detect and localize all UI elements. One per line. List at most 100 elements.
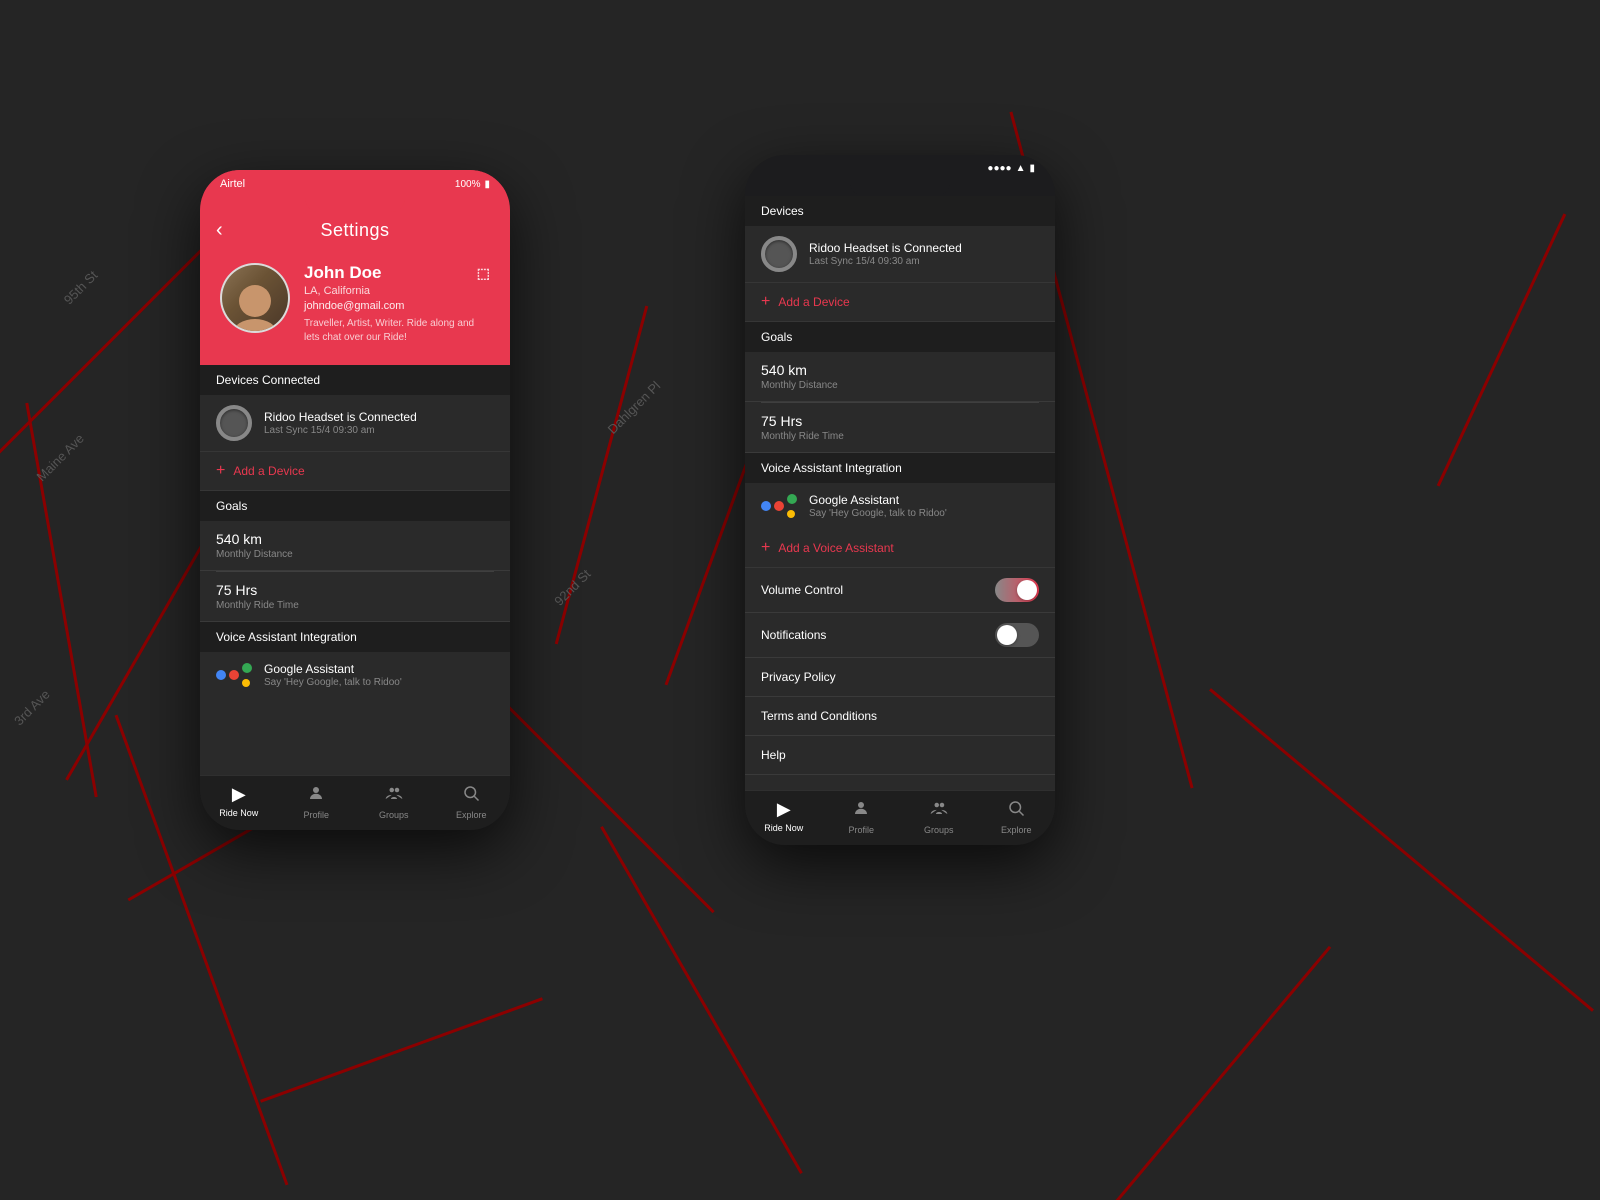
right-google-dot-red <box>774 501 784 511</box>
battery-icon-right: ▮ <box>1029 163 1035 174</box>
add-device-item[interactable]: + Add a Device <box>200 452 510 491</box>
map-line <box>1437 213 1567 486</box>
privacy-policy-label: Privacy Policy <box>761 670 836 684</box>
goal-distance-item[interactable]: 540 km Monthly Distance <box>200 521 510 571</box>
device-name: Ridoo Headset is Connected <box>264 410 417 424</box>
assistant-hint: Say 'Hey Google, talk to Ridoo' <box>264 677 402 688</box>
phone-header: Airtel 100% ▮ ‹ Settings <box>200 170 510 365</box>
nav-ride-now-label: Ride Now <box>219 808 258 818</box>
right-nav-ride-now[interactable]: ▶ Ride Now <box>745 799 823 835</box>
right-voice-item[interactable]: Google Assistant Say 'Hey Google, talk t… <box>745 483 1055 529</box>
profile-info: John Doe ⬚ LA, California johndoe@gmail.… <box>304 263 490 345</box>
profile-section: John Doe ⬚ LA, California johndoe@gmail.… <box>200 253 510 365</box>
right-goals-label: Goals <box>761 330 792 344</box>
right-groups-icon <box>930 799 948 822</box>
battery-label: 100% <box>455 179 481 190</box>
notifications-toggle[interactable] <box>995 623 1039 647</box>
right-nav-explore[interactable]: Explore <box>978 799 1056 835</box>
right-device-sync: Last Sync 15/4 09:30 am <box>809 256 962 267</box>
status-icons: 100% ▮ <box>455 179 490 190</box>
right-google-dot-blue <box>761 501 771 511</box>
add-device-label: Add a Device <box>233 464 304 478</box>
right-add-voice[interactable]: + Add a Voice Assistant <box>745 529 1055 568</box>
profile-email: johndoe@gmail.com <box>304 300 490 312</box>
avatar <box>220 263 290 333</box>
nav-ride-now[interactable]: ▶ Ride Now <box>200 784 278 820</box>
volume-control-toggle[interactable] <box>995 578 1039 602</box>
device-text: Ridoo Headset is Connected Last Sync 15/… <box>264 410 417 436</box>
right-add-device-label: Add a Device <box>778 295 849 309</box>
goal-time-item[interactable]: 75 Hrs Monthly Ride Time <box>200 572 510 622</box>
right-goals-header: Goals <box>745 322 1055 352</box>
settings-title: Settings <box>320 220 389 241</box>
back-button[interactable]: ‹ <box>216 219 223 242</box>
nav-groups[interactable]: Groups <box>355 784 433 820</box>
map-line <box>65 519 218 780</box>
right-goal-time[interactable]: 75 Hrs Monthly Ride Time <box>745 403 1055 453</box>
street-label: 3rd Ave <box>11 687 53 729</box>
right-add-voice-label: Add a Voice Assistant <box>778 541 893 555</box>
right-scroll-content: Devices Ridoo Headset is Connected Last … <box>745 196 1055 790</box>
right-devices-header: Devices <box>745 196 1055 226</box>
goal2-label: Monthly Ride Time <box>216 600 494 611</box>
devices-section-header: Devices Connected <box>200 365 510 395</box>
right-google-dot-yellow <box>787 510 795 518</box>
right-nav-groups[interactable]: Groups <box>900 799 978 835</box>
scroll-content: Devices Connected Ridoo Headset is Conne… <box>200 365 510 775</box>
help-label: Help <box>761 748 786 762</box>
notifications-row[interactable]: Notifications <box>745 613 1055 658</box>
ring-device-icon <box>216 405 252 441</box>
right-goal-distance[interactable]: 540 km Monthly Distance <box>745 352 1055 402</box>
profile-name-row: John Doe ⬚ <box>304 263 490 283</box>
volume-control-row[interactable]: Volume Control <box>745 568 1055 613</box>
right-voice-header: Voice Assistant Integration <box>745 453 1055 483</box>
goals-label: Goals <box>216 499 247 513</box>
right-assistant-name: Google Assistant <box>809 493 947 507</box>
voice-assistant-item[interactable]: Google Assistant Say 'Hey Google, talk t… <box>200 652 510 698</box>
nav-groups-label: Groups <box>379 810 409 820</box>
signal-icon: ●●●● <box>987 163 1011 174</box>
settings-header: ‹ Settings <box>200 212 510 253</box>
right-profile-icon <box>852 799 870 822</box>
right-add-device[interactable]: + Add a Device <box>745 283 1055 322</box>
voice-assistant-text: Google Assistant Say 'Hey Google, talk t… <box>264 662 402 688</box>
profile-icon <box>307 784 325 807</box>
device-item[interactable]: Ridoo Headset is Connected Last Sync 15/… <box>200 395 510 452</box>
street-label: Dahlgren Pl <box>605 378 664 437</box>
right-google-dot-green <box>787 494 797 504</box>
right-notch <box>850 174 950 196</box>
google-dot-green <box>242 663 252 673</box>
street-label: 95th St <box>61 268 101 308</box>
nav-explore[interactable]: Explore <box>433 784 511 820</box>
notch <box>305 190 405 212</box>
edit-profile-icon[interactable]: ⬚ <box>477 265 490 282</box>
privacy-policy-item[interactable]: Privacy Policy <box>745 658 1055 697</box>
right-voice-text: Google Assistant Say 'Hey Google, talk t… <box>809 493 947 519</box>
nav-explore-label: Explore <box>456 810 487 820</box>
right-google-logo <box>761 494 797 518</box>
profile-bio: Traveller, Artist, Writer. Ride along an… <box>304 317 490 345</box>
goal1-value: 540 km <box>216 531 494 547</box>
terms-conditions-label: Terms and Conditions <box>761 709 877 723</box>
google-dot-yellow <box>242 679 250 687</box>
plus-icon: + <box>216 462 225 480</box>
nav-profile[interactable]: Profile <box>278 784 356 820</box>
terms-conditions-item[interactable]: Terms and Conditions <box>745 697 1055 736</box>
profile-name: John Doe <box>304 263 381 283</box>
voice-section-header: Voice Assistant Integration <box>200 622 510 652</box>
device-icon <box>216 405 252 441</box>
right-ride-now-icon: ▶ <box>777 799 791 820</box>
right-goal2-label: Monthly Ride Time <box>761 431 1039 442</box>
right-device-item[interactable]: Ridoo Headset is Connected Last Sync 15/… <box>745 226 1055 283</box>
avatar-face <box>229 279 281 331</box>
left-phone: Airtel 100% ▮ ‹ Settings <box>200 170 510 830</box>
right-phone: ●●●● ▲ ▮ Devices Ridoo Headset is Connec… <box>745 155 1055 845</box>
map-line <box>260 997 543 1102</box>
assistant-name: Google Assistant <box>264 662 402 676</box>
right-nav-profile[interactable]: Profile <box>823 799 901 835</box>
help-item[interactable]: Help <box>745 736 1055 775</box>
map-line <box>1209 688 1594 1012</box>
goal2-value: 75 Hrs <box>216 582 494 598</box>
right-nav-groups-label: Groups <box>924 825 954 835</box>
right-voice-plus-icon: + <box>761 539 770 557</box>
